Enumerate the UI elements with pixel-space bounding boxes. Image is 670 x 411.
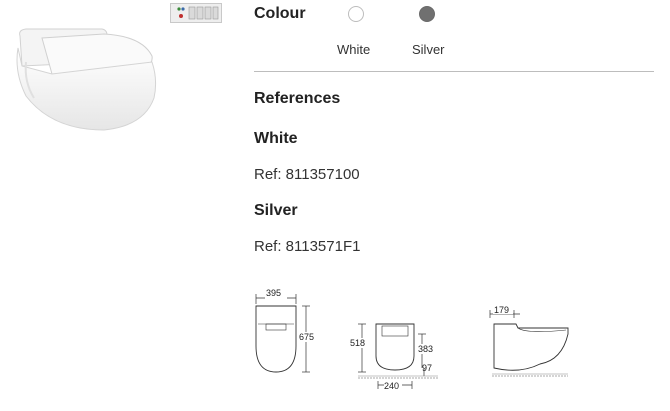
swatch-white[interactable] (348, 6, 364, 22)
technical-drawings: 395 675 518 383 97 240 179 (250, 284, 580, 406)
dim-front-height-seat: 97 (422, 363, 432, 373)
reference-name-white: White (254, 130, 298, 147)
colour-heading: Colour (254, 5, 306, 22)
section-divider (254, 71, 654, 72)
top-view-drawing: 395 675 (255, 288, 316, 373)
reference-code-white: Ref: 811357100 (254, 166, 360, 183)
swatch-label-silver: Silver (412, 42, 445, 57)
product-image (12, 22, 160, 134)
dim-top-width: 395 (266, 288, 281, 298)
dim-front-width-base: 240 (384, 381, 399, 391)
front-view-drawing: 518 383 97 240 (350, 323, 438, 391)
dim-front-height-bowl: 383 (418, 344, 433, 354)
swatch-silver[interactable] (419, 6, 435, 22)
dim-side-depth: 179 (494, 305, 509, 315)
side-view-drawing: 179 (489, 304, 569, 377)
dim-front-height-total: 518 (350, 338, 365, 348)
dim-top-length: 675 (299, 332, 314, 342)
swatch-label-white: White (337, 42, 371, 57)
reference-code-silver: Ref: 8113571F1 (254, 238, 361, 255)
references-heading: References (254, 90, 341, 107)
remote-control-thumbnail[interactable] (170, 3, 222, 23)
reference-name-silver: Silver (254, 202, 298, 219)
